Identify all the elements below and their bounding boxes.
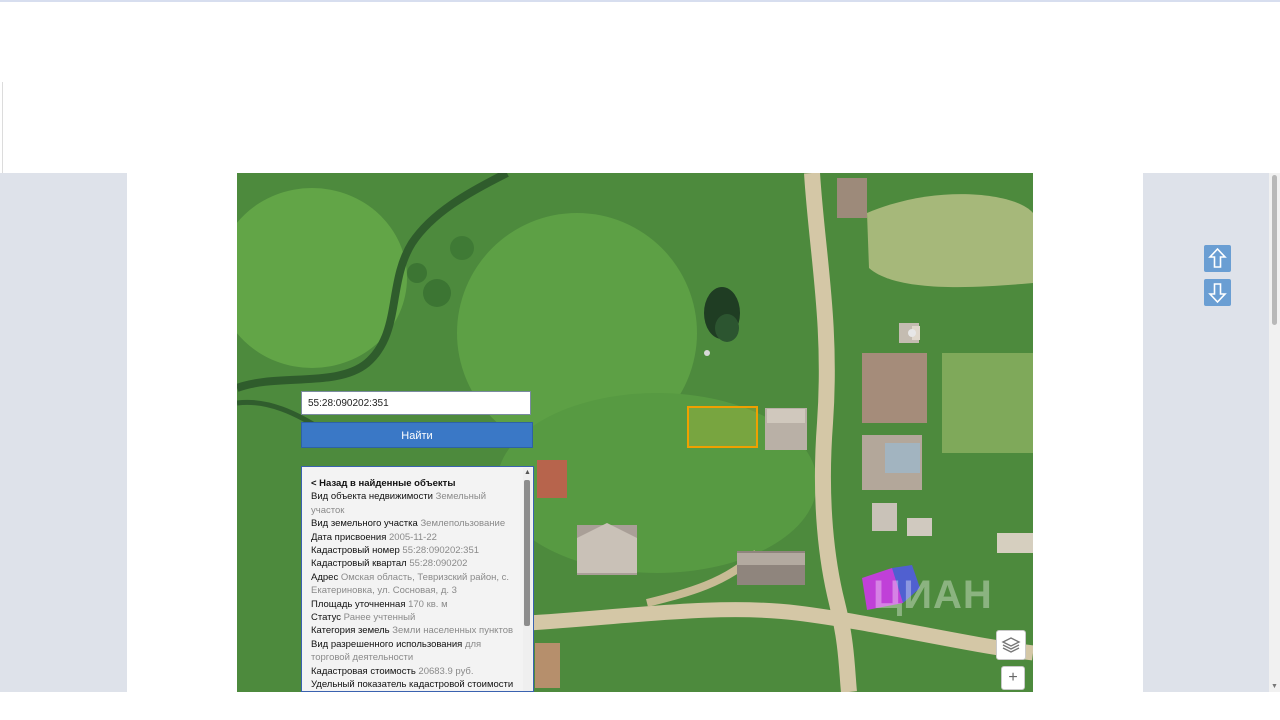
page-header	[0, 2, 1280, 175]
info-row-label: Вид объекта недвижимости	[311, 491, 433, 503]
page-scrollbar[interactable]: ▼	[1269, 173, 1280, 692]
info-row-label: Категория земель	[311, 625, 390, 637]
info-row: Площадь уточненная 170 кв. м	[311, 598, 516, 611]
info-row: Категория земель Земли населенных пункто…	[311, 624, 516, 637]
info-panel-scrollbar[interactable]: ▲	[523, 468, 532, 691]
info-row-value: Ранее учтенный	[343, 612, 416, 624]
info-row-label: Дата присвоения	[311, 531, 387, 543]
info-row: Адрес Омская область, Тевризский район, …	[311, 571, 516, 598]
info-row-value: 20683.9 руб.	[418, 665, 474, 677]
selected-parcel-outline[interactable]	[687, 406, 758, 448]
layers-icon	[1001, 637, 1021, 653]
bottom-bar	[0, 692, 1280, 720]
left-side-panel	[0, 173, 127, 692]
info-row: Удельный показатель кадастровой стоимост…	[311, 678, 516, 691]
scroll-up-button[interactable]	[1204, 245, 1231, 272]
info-row-value: Землепользование	[420, 518, 506, 530]
layers-button[interactable]	[996, 630, 1026, 660]
info-row: Кадастровый номер 55:28:090202:351	[311, 544, 516, 557]
header-divider	[2, 82, 3, 175]
back-to-results-link[interactable]: < Назад в найденные объекты	[311, 477, 516, 490]
info-row: Вид разрешенного использования для торго…	[311, 638, 516, 665]
info-row-label: Удельный показатель кадастровой стоимост…	[311, 679, 514, 691]
scroll-down-button[interactable]	[1204, 279, 1231, 306]
info-row-label: Кадастровый квартал	[311, 558, 407, 570]
info-row-label: Статус	[311, 612, 342, 624]
object-info-content: < Назад в найденные объекты Вид объекта …	[311, 477, 516, 691]
info-row-value: Земли населенных пунктов	[392, 625, 514, 637]
info-row: Вид объекта недвижимости Земельный участ…	[311, 490, 516, 517]
object-info-panel: < Назад в найденные объекты Вид объекта …	[301, 466, 534, 692]
zoom-in-button[interactable]: +	[1001, 666, 1025, 690]
info-row-label: Адрес	[311, 571, 339, 583]
info-row-label: Кадастровый номер	[311, 545, 400, 557]
info-row-label: Площадь уточненная	[311, 598, 406, 610]
info-row-label: Кадастровая стоимость	[311, 665, 416, 677]
arrow-up-icon	[1208, 247, 1227, 268]
page-scrollbar-thumb[interactable]	[1272, 175, 1277, 325]
info-row: Кадастровая стоимость 20683.9 руб.	[311, 665, 516, 678]
info-row-value: 55:28:090202	[409, 558, 468, 570]
info-row-value: 170 кв. м	[408, 598, 448, 610]
info-row-label: Вид земельного участка	[311, 518, 418, 530]
info-row: Вид земельного участка Землепользование	[311, 517, 516, 530]
watermark: ЦИАН	[873, 573, 993, 617]
find-button[interactable]: Найти	[301, 422, 533, 448]
info-row-label: Вид разрешенного использования	[311, 638, 463, 650]
info-row-value: 55:28:090202:351	[402, 545, 480, 557]
info-scroll-up-icon[interactable]: ▲	[523, 468, 532, 477]
info-row: Дата присвоения 2005-11-22	[311, 531, 516, 544]
arrow-down-icon	[1208, 283, 1227, 304]
scrollbar-down-arrow-icon[interactable]: ▼	[1271, 683, 1278, 691]
info-row: Статус Ранее учтенный	[311, 611, 516, 624]
cadastral-map[interactable]: ЦИАН 96 Найти < Назад в найденные объект…	[237, 173, 1033, 692]
cadastral-number-search-input[interactable]	[301, 391, 531, 415]
info-row-value: Омская область, Тевризский район, с. Ека…	[311, 571, 510, 597]
info-row: Кадастровый квартал 55:28:090202	[311, 557, 516, 570]
info-panel-scrollbar-thumb[interactable]	[524, 480, 530, 626]
info-row-value: 2005-11-22	[389, 531, 437, 543]
